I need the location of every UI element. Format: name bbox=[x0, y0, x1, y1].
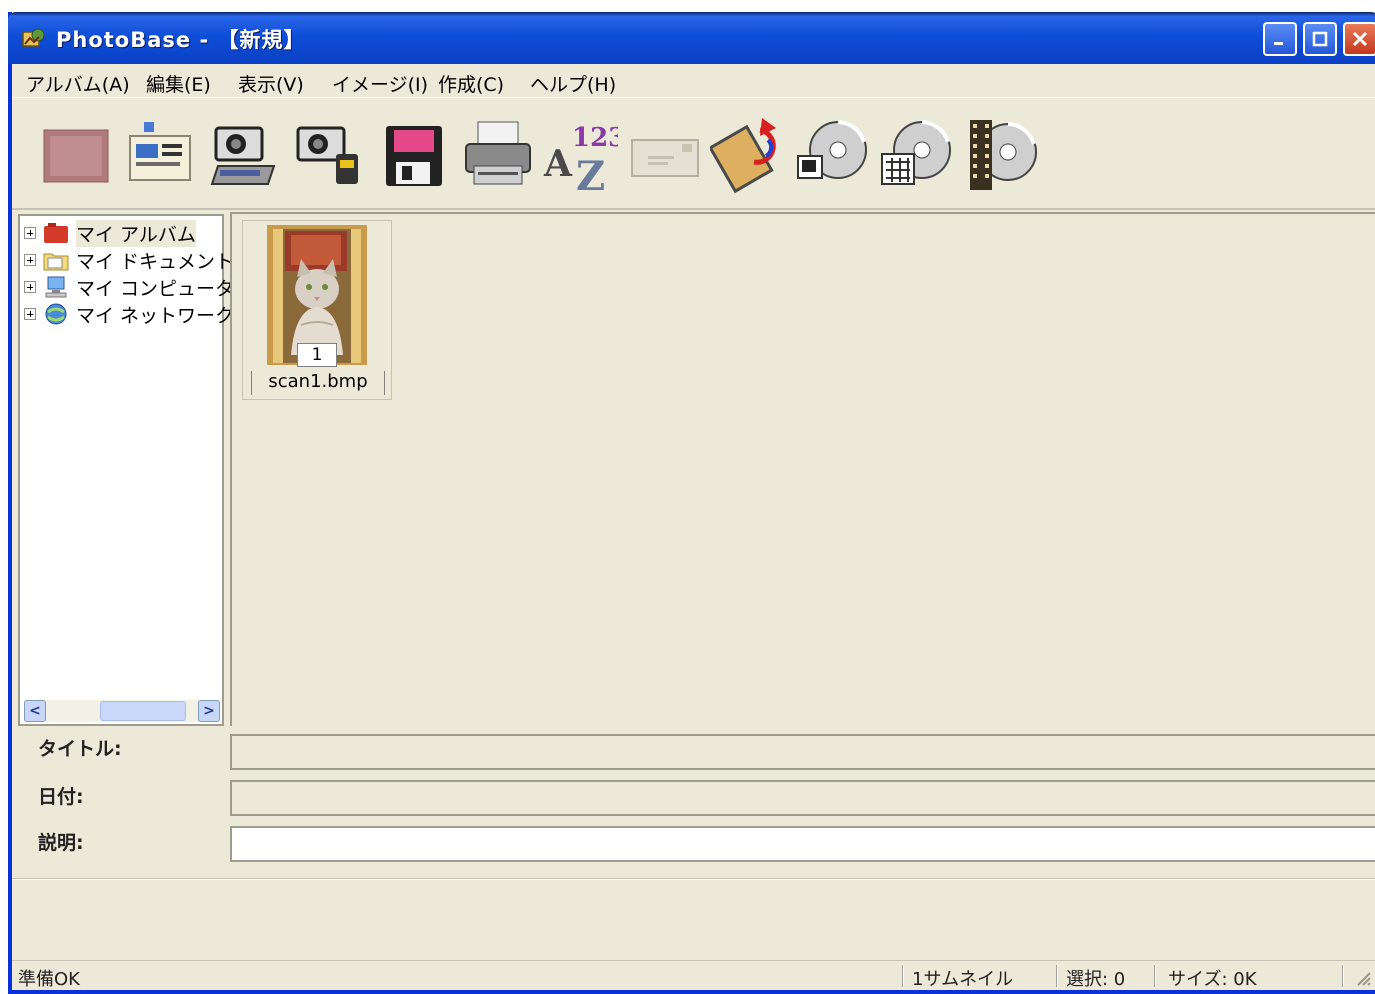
status-thumbnail-count: 1サムネイル bbox=[912, 969, 1014, 990]
scanner-camera-icon[interactable] bbox=[208, 114, 284, 194]
minimize-icon bbox=[1274, 42, 1283, 45]
menu-view[interactable]: 表示(V) bbox=[238, 70, 304, 97]
expand-icon[interactable] bbox=[24, 281, 36, 293]
date-input bbox=[232, 782, 1375, 814]
menu-bar: アルバム(A) 編集(E) 表示(V) イメージ(I) 作成(C) ヘルプ(H) bbox=[12, 64, 1375, 98]
scroll-right-icon[interactable]: > bbox=[198, 700, 220, 722]
tree-item-label: マイ ドキュメント bbox=[76, 250, 235, 273]
tree-item-label: マイ アルバム bbox=[76, 219, 196, 247]
maximize-button[interactable] bbox=[1303, 22, 1337, 56]
menu-help[interactable]: ヘルプ(H) bbox=[530, 70, 616, 97]
maximize-icon bbox=[1312, 31, 1328, 47]
menu-album[interactable]: アルバム(A) bbox=[26, 70, 130, 97]
album-icon[interactable] bbox=[40, 114, 116, 194]
status-bar: 準備OK 1サムネイル 選択: 0 サイズ: 0K bbox=[12, 960, 1375, 990]
description-field[interactable] bbox=[230, 826, 1375, 862]
camera-card-icon[interactable] bbox=[292, 114, 368, 194]
documents-folder-icon bbox=[43, 253, 69, 271]
description-label: 説明: bbox=[38, 832, 84, 854]
computer-icon bbox=[45, 276, 67, 298]
date-label: 日付: bbox=[38, 786, 84, 808]
window-title: PhotoBase - 【新規】 bbox=[56, 28, 306, 52]
album-icon bbox=[44, 223, 68, 243]
divider bbox=[12, 878, 1375, 880]
email-icon[interactable] bbox=[626, 114, 702, 194]
status-divider bbox=[902, 965, 904, 987]
network-icon bbox=[45, 303, 67, 325]
date-field bbox=[230, 780, 1375, 816]
status-ready: 準備OK bbox=[18, 969, 80, 990]
expand-icon[interactable] bbox=[24, 227, 36, 239]
title-label: タイトル: bbox=[38, 738, 122, 760]
description-input[interactable] bbox=[232, 828, 1375, 860]
scroll-left-icon[interactable]: < bbox=[24, 700, 46, 722]
cd-film-icon[interactable] bbox=[964, 114, 1040, 194]
tree-horizontal-scrollbar[interactable]: < > bbox=[24, 700, 220, 722]
tree-item-my-network[interactable]: マイ ネットワーク bbox=[24, 301, 234, 327]
close-icon bbox=[1352, 31, 1368, 47]
status-divider bbox=[1154, 965, 1156, 987]
status-divider bbox=[1342, 965, 1344, 987]
status-size: サイズ: 0K bbox=[1168, 969, 1257, 990]
status-divider bbox=[1056, 965, 1058, 987]
sort-az-icon[interactable]: 123 A Z bbox=[542, 114, 618, 194]
rotate-icon[interactable] bbox=[710, 114, 786, 194]
app-icon bbox=[22, 28, 45, 47]
thumbnail-filename: scan1.bmp bbox=[251, 371, 385, 395]
resize-grip-icon[interactable] bbox=[1354, 969, 1372, 987]
svg-text:Z: Z bbox=[576, 153, 605, 194]
title-bar[interactable]: PhotoBase - 【新規】 bbox=[8, 12, 1375, 64]
svg-text:123: 123 bbox=[572, 123, 618, 153]
tree-item-my-album[interactable]: マイ アルバム bbox=[24, 219, 196, 247]
tree-item-my-documents[interactable]: マイ ドキュメント bbox=[24, 247, 234, 273]
title-field bbox=[230, 734, 1375, 770]
minimize-button[interactable] bbox=[1263, 22, 1297, 56]
thumbnail-number: 1 bbox=[297, 343, 337, 367]
svg-text:A: A bbox=[543, 143, 573, 185]
title-input bbox=[232, 736, 1375, 768]
menu-create[interactable]: 作成(C) bbox=[438, 70, 504, 97]
thumbnail-item[interactable]: 1 scan1.bmp bbox=[242, 220, 392, 400]
expand-icon[interactable] bbox=[24, 308, 36, 320]
printer-icon[interactable] bbox=[460, 114, 536, 194]
tree-item-label: マイ コンピュータ bbox=[76, 277, 235, 300]
floppy-save-icon[interactable] bbox=[376, 114, 452, 194]
cd-slideshow-icon[interactable] bbox=[794, 114, 870, 194]
app-window: PhotoBase - 【新規】 アルバム(A) 編集(E) 表示(V) イメー… bbox=[8, 12, 1375, 994]
toolbar: 123 A Z bbox=[12, 100, 1375, 210]
close-button[interactable] bbox=[1343, 22, 1375, 56]
scroll-thumb[interactable] bbox=[100, 701, 186, 721]
properties-icon[interactable] bbox=[124, 114, 200, 194]
expand-icon[interactable] bbox=[24, 254, 36, 266]
tree-item-label: マイ ネットワーク bbox=[76, 304, 235, 327]
status-selection: 選択: 0 bbox=[1066, 969, 1126, 990]
menu-edit[interactable]: 編集(E) bbox=[146, 70, 211, 97]
tree-item-my-computer[interactable]: マイ コンピュータ bbox=[24, 274, 234, 300]
folder-tree[interactable]: マイ アルバム マイ ドキュメント マイ コンピュータ マイ ネットワーク < … bbox=[18, 214, 234, 726]
menu-image[interactable]: イメージ(I) bbox=[332, 70, 428, 97]
cd-calendar-icon[interactable] bbox=[878, 114, 954, 194]
thumbnail-view[interactable]: 1 scan1.bmp bbox=[230, 212, 1375, 726]
